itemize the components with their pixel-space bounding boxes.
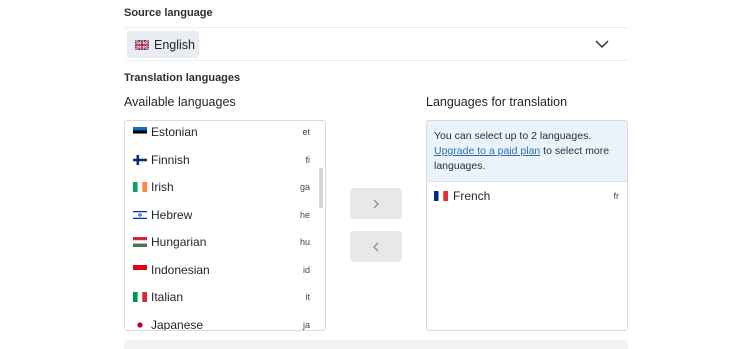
available-languages-list[interactable]: Estonian et Finnish fi Irish ga Hebrew h… [124,120,326,331]
language-name: Indonesian [151,263,210,277]
france-flag-icon [434,191,448,201]
list-scrollbar[interactable] [319,168,323,208]
language-name: Hungarian [151,235,207,249]
add-language-button[interactable] [350,188,402,219]
source-language-label: Source language [124,7,213,19]
language-name: Finnish [151,153,190,167]
language-code: ga [299,182,310,192]
target-languages-list[interactable]: You can select up to 2 languages. Upgrad… [426,120,628,331]
list-item[interactable]: Indonesian id [125,259,325,281]
language-code: id [302,265,310,275]
selected-language-item[interactable]: French fr [427,185,627,207]
estonia-flag-icon [133,127,147,137]
language-name: Estonian [151,125,198,139]
list-item[interactable]: Hungarian hu [125,231,325,253]
finland-flag-icon [133,155,147,165]
language-code: he [299,210,310,220]
list-item[interactable]: Estonian et [125,121,325,143]
list-item[interactable]: Hebrew he [125,204,325,226]
language-name: Japanese [151,318,204,331]
upgrade-link[interactable]: Upgrade to a paid plan [434,145,540,157]
list-item[interactable]: Finnish fi [125,149,325,171]
chevron-right-icon [373,199,379,208]
list-item[interactable]: Japanese ja [125,314,325,331]
language-code: ja [302,320,310,330]
target-languages-heading: Languages for translation [426,95,568,109]
available-languages-heading: Available languages [124,95,236,109]
language-code: hu [299,237,310,247]
chevron-down-icon[interactable] [594,36,610,52]
language-limit-info: You can select up to 2 languages. Upgrad… [427,121,627,182]
language-name: Hebrew [151,208,193,222]
list-item[interactable]: Italian it [125,286,325,308]
hungary-flag-icon [133,237,147,247]
info-text: You can select up to 2 languages. [434,130,592,142]
source-language-value: English [154,37,195,52]
language-name: Irish [151,180,174,194]
bottom-bar [124,340,628,349]
indonesia-flag-icon [133,265,147,275]
language-name: French [453,189,491,203]
translation-languages-label: Translation languages [124,72,241,84]
chevron-left-icon [373,242,379,251]
language-name: Italian [151,290,184,304]
israel-flag-icon [133,210,147,220]
language-code: et [302,127,310,137]
language-code: fr [613,191,620,201]
japan-flag-icon [133,320,147,330]
source-language-chip[interactable]: English [127,31,199,58]
italy-flag-icon [133,292,147,302]
uk-flag-icon [135,39,149,50]
ireland-flag-icon [133,182,147,192]
remove-language-button[interactable] [350,231,402,262]
language-code: fi [305,155,311,165]
source-language-select[interactable]: English [124,27,628,61]
language-code: it [305,292,311,302]
list-item[interactable]: Irish ga [125,176,325,198]
